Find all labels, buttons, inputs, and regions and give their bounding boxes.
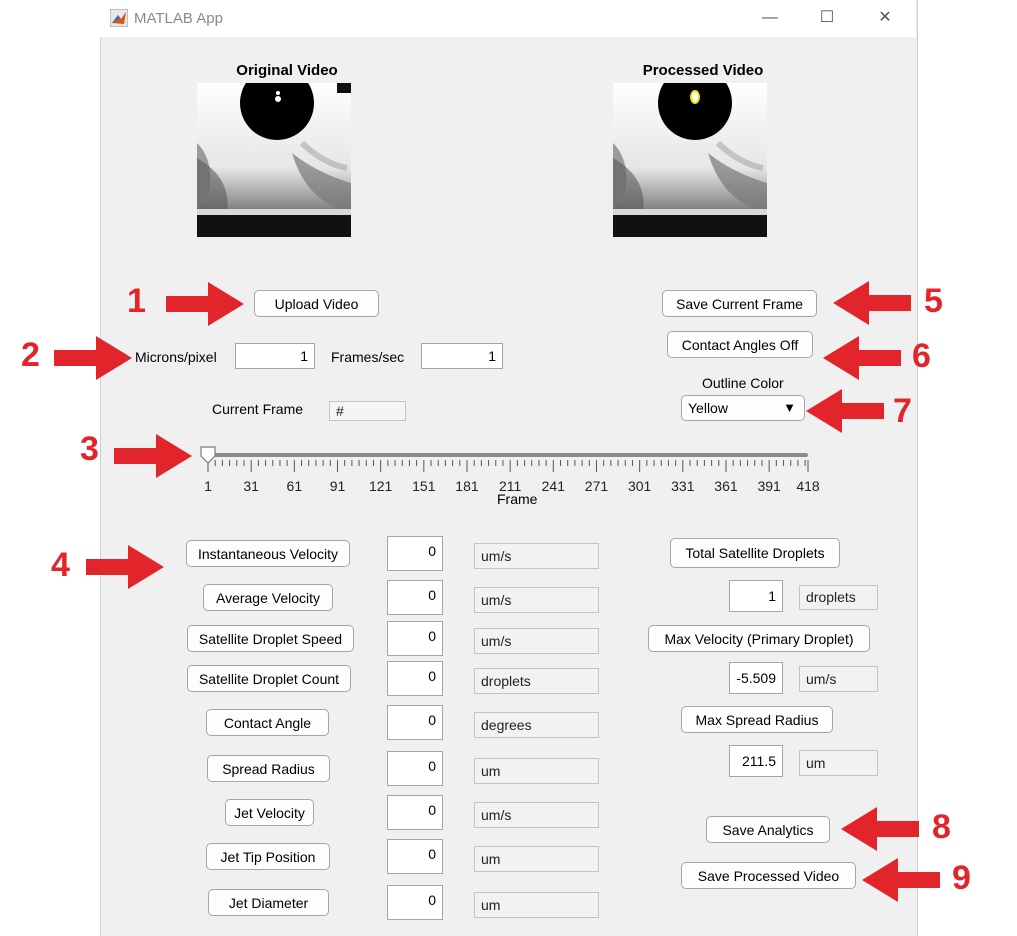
slider-tick-label: 91	[329, 478, 346, 494]
annotation-arrow-icon	[114, 434, 192, 478]
metric-button[interactable]: Jet Tip Position	[206, 843, 330, 870]
close-button[interactable]: ✕	[865, 6, 905, 30]
metric-button[interactable]: Spread Radius	[207, 755, 330, 782]
slider-tick-label: 418	[796, 478, 820, 494]
metric-unit: um	[474, 758, 599, 784]
upload-video-button[interactable]: Upload Video	[254, 290, 379, 317]
max-velocity-value: -5.509	[729, 662, 783, 694]
maximize-button[interactable]: ☐	[807, 6, 847, 30]
metric-unit: um	[474, 846, 599, 872]
metric-value: 0	[387, 661, 443, 696]
annotation-arrow-icon	[54, 336, 132, 380]
slider-tick-label: 61	[286, 478, 303, 494]
max-velocity-button[interactable]: Max Velocity (Primary Droplet)	[648, 625, 870, 652]
outline-color-label: Outline Color	[702, 375, 784, 391]
max-velocity-unit: um/s	[799, 666, 878, 692]
metric-button[interactable]: Average Velocity	[203, 584, 333, 611]
microns-per-pixel-label: Microns/pixel	[135, 349, 217, 365]
max-spread-radius-button[interactable]: Max Spread Radius	[681, 706, 833, 733]
metric-button[interactable]: Satellite Droplet Count	[187, 665, 351, 692]
slider-tick-label: 331	[671, 478, 695, 494]
current-frame-label: Current Frame	[212, 401, 304, 417]
frame-axis-label: Frame	[497, 491, 538, 507]
frame-slider-thumb[interactable]	[200, 446, 216, 464]
metric-unit: um/s	[474, 543, 599, 569]
frame-slider-track[interactable]	[208, 453, 808, 457]
save-current-frame-button[interactable]: Save Current Frame	[662, 290, 817, 317]
metric-value: 0	[387, 839, 443, 874]
metric-button[interactable]: Instantaneous Velocity	[186, 540, 350, 567]
processed-video-frame	[613, 83, 767, 237]
annotation-number: 3	[80, 430, 99, 468]
save-analytics-button[interactable]: Save Analytics	[706, 816, 830, 843]
window-title: MATLAB App	[134, 10, 223, 27]
total-satellite-droplets-button[interactable]: Total Satellite Droplets	[670, 538, 840, 568]
max-spread-radius-value: 211.5	[729, 745, 783, 777]
slider-tick-label: 181	[455, 478, 479, 494]
total-satellite-droplets-value: 1	[729, 580, 783, 612]
metric-button[interactable]: Jet Velocity	[225, 799, 314, 826]
annotation-arrow-icon	[841, 807, 919, 851]
annotation-arrow-icon	[806, 389, 884, 433]
metric-button[interactable]: Jet Diameter	[208, 889, 329, 916]
metric-value: 0	[387, 705, 443, 740]
metric-unit: um/s	[474, 587, 599, 613]
metric-value: 0	[387, 885, 443, 920]
slider-tick-label: 31	[243, 478, 259, 494]
title-bar: MATLAB App — ☐ ✕	[100, 0, 916, 37]
microns-per-pixel-input[interactable]: 1	[235, 343, 315, 369]
metric-unit: um/s	[474, 628, 599, 654]
metric-value: 0	[387, 580, 443, 615]
metric-unit: um/s	[474, 802, 599, 828]
annotation-number: 7	[893, 392, 912, 430]
annotation-number: 6	[912, 337, 931, 375]
annotation-number: 1	[127, 282, 146, 320]
total-satellite-droplets-unit: droplets	[799, 585, 878, 610]
slider-tick-label: 241	[541, 478, 565, 494]
annotation-arrow-icon	[833, 281, 911, 325]
metric-unit: droplets	[474, 668, 599, 694]
slider-tick-label: 271	[584, 478, 609, 494]
annotation-number: 5	[924, 282, 943, 320]
annotation-number: 4	[51, 546, 70, 584]
current-frame-field[interactable]: #	[329, 401, 406, 421]
metric-value: 0	[387, 751, 443, 786]
minimize-button[interactable]: —	[750, 6, 790, 30]
annotation-arrow-icon	[86, 545, 164, 589]
original-video-title: Original Video	[236, 62, 338, 79]
slider-tick-label: 361	[714, 478, 738, 494]
annotation-number: 9	[952, 859, 971, 897]
slider-tick-label: 1	[204, 478, 212, 494]
slider-tick-label: 151	[412, 478, 436, 494]
annotation-arrow-icon	[823, 336, 901, 380]
frames-per-sec-label: Frames/sec	[331, 349, 405, 365]
max-spread-radius-unit: um	[799, 750, 878, 776]
metric-unit: um	[474, 892, 599, 918]
triangle-down-icon: ▼	[783, 400, 796, 415]
processed-video-title: Processed Video	[642, 62, 764, 79]
metric-unit: degrees	[474, 712, 599, 738]
outline-color-selected: Yellow	[688, 400, 728, 416]
matlab-icon	[110, 9, 128, 27]
original-video-frame	[197, 83, 351, 237]
slider-tick-label: 121	[368, 478, 393, 494]
slider-tick-label: 391	[757, 478, 781, 494]
slider-tick-label: 301	[627, 478, 652, 494]
metric-value: 0	[387, 621, 443, 656]
annotation-number: 2	[21, 336, 40, 374]
outline-color-dropdown[interactable]: Yellow ▼	[681, 395, 805, 421]
metric-value: 0	[387, 536, 443, 571]
metric-value: 0	[387, 795, 443, 830]
frames-per-sec-input[interactable]: 1	[421, 343, 503, 369]
metric-button[interactable]: Contact Angle	[206, 709, 329, 736]
metric-button[interactable]: Satellite Droplet Speed	[187, 625, 354, 652]
contact-angles-toggle-button[interactable]: Contact Angles Off	[667, 331, 813, 358]
save-processed-video-button[interactable]: Save Processed Video	[681, 862, 856, 889]
annotation-arrow-icon	[862, 858, 940, 902]
annotation-arrow-icon	[166, 282, 244, 326]
frame-slider-ticks	[207, 460, 809, 472]
annotation-number: 8	[932, 808, 951, 846]
